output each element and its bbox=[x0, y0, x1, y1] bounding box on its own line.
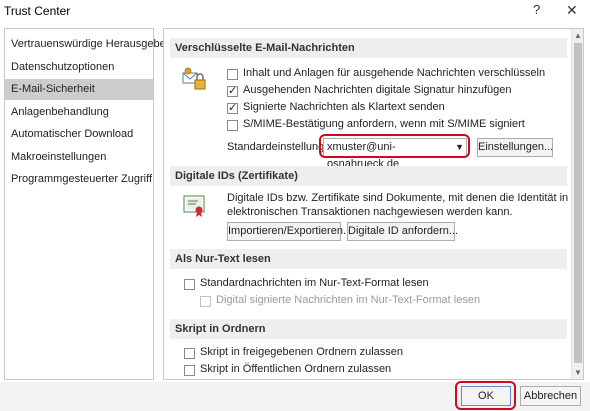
add-digital-signature-label: Ausgehenden Nachrichten digitale Signatu… bbox=[243, 84, 512, 96]
main-panel: Verschlüsselte E-Mail-Nachrichten Inhalt… bbox=[163, 28, 584, 380]
digital-ids-description-line-1: Digitale IDs bzw. Zertifikate sind Dokum… bbox=[227, 192, 569, 204]
certificate-icon bbox=[182, 193, 208, 219]
settings-button[interactable]: Einstellungen... bbox=[477, 138, 553, 157]
section-header-script-in-folders: Skript in Ordnern bbox=[170, 319, 567, 339]
read-plain-text-checkbox[interactable] bbox=[184, 279, 195, 290]
default-setting-label: Standardeinstellung: bbox=[227, 141, 328, 153]
read-signed-plain-text-checkbox[interactable] bbox=[200, 296, 211, 307]
scrollbar-thumb[interactable] bbox=[574, 43, 582, 363]
close-icon[interactable]: ✕ bbox=[566, 2, 578, 19]
vertical-scrollbar[interactable]: ▲ ▼ bbox=[571, 29, 583, 379]
script-shared-folders-checkbox[interactable] bbox=[184, 348, 195, 359]
sidebar-item-trusted-publishers[interactable]: Vertrauenswürdige Herausgeber bbox=[5, 34, 169, 55]
sidebar: Vertrauenswürdige Herausgeber Datenschut… bbox=[4, 28, 169, 380]
scroll-up-icon[interactable]: ▲ bbox=[574, 31, 582, 40]
digital-ids-description-line-2: elektronischen Transaktionen nachgewiese… bbox=[227, 206, 513, 218]
script-public-folders-checkbox[interactable] bbox=[184, 365, 195, 376]
encrypted-mail-icon bbox=[182, 67, 208, 93]
send-cleartext-label: Signierte Nachrichten als Klartext sende… bbox=[243, 101, 445, 113]
smime-receipt-checkbox[interactable] bbox=[227, 120, 238, 131]
encrypt-content-label: Inhalt und Anlagen für ausgehende Nachri… bbox=[243, 67, 546, 79]
help-icon[interactable]: ? bbox=[533, 2, 540, 17]
section-header-digital-ids: Digitale IDs (Zertifikate) bbox=[170, 166, 567, 186]
sidebar-item-privacy-options[interactable]: Datenschutzoptionen bbox=[5, 57, 153, 78]
scroll-down-icon[interactable]: ▼ bbox=[574, 368, 582, 377]
highlight-ok-button bbox=[455, 381, 516, 410]
script-shared-folders-label: Skript in freigegebenen Ordnern zulassen bbox=[200, 346, 404, 358]
sidebar-item-email-security[interactable]: E-Mail-Sicherheit bbox=[5, 79, 153, 100]
cancel-button[interactable]: Abbrechen bbox=[520, 386, 581, 406]
section-header-read-as-plain-text: Als Nur-Text lesen bbox=[170, 249, 567, 269]
read-signed-plain-text-label: Digital signierte Nachrichten im Nur-Tex… bbox=[216, 294, 481, 306]
smime-receipt-label: S/MIME-Bestätigung anfordern, wenn mit S… bbox=[243, 118, 525, 130]
sidebar-item-attachment-handling[interactable]: Anlagenbehandlung bbox=[5, 102, 153, 123]
import-export-button[interactable]: Importieren/Exportieren... bbox=[227, 222, 352, 241]
title-bar: Trust Center ? ✕ bbox=[0, 0, 590, 24]
sidebar-item-programmatic-access[interactable]: Programmgesteuerter Zugriff bbox=[5, 169, 153, 190]
sidebar-item-macro-settings[interactable]: Makroeinstellungen bbox=[5, 147, 153, 168]
encrypt-content-checkbox[interactable] bbox=[227, 69, 238, 80]
send-cleartext-checkbox[interactable] bbox=[227, 101, 238, 114]
window-title: Trust Center bbox=[4, 4, 71, 18]
get-digital-id-button[interactable]: Digitale ID anfordern... bbox=[347, 222, 458, 241]
add-digital-signature-checkbox[interactable] bbox=[227, 84, 238, 97]
sidebar-item-automatic-download[interactable]: Automatischer Download bbox=[5, 124, 153, 145]
script-public-folders-label: Skript in Öffentlichen Ordnern zulassen bbox=[200, 363, 392, 375]
highlight-default-setting bbox=[319, 134, 470, 158]
read-plain-text-label: Standardnachrichten im Nur-Text-Format l… bbox=[200, 277, 429, 289]
section-header-encrypted-mail: Verschlüsselte E-Mail-Nachrichten bbox=[170, 38, 567, 58]
